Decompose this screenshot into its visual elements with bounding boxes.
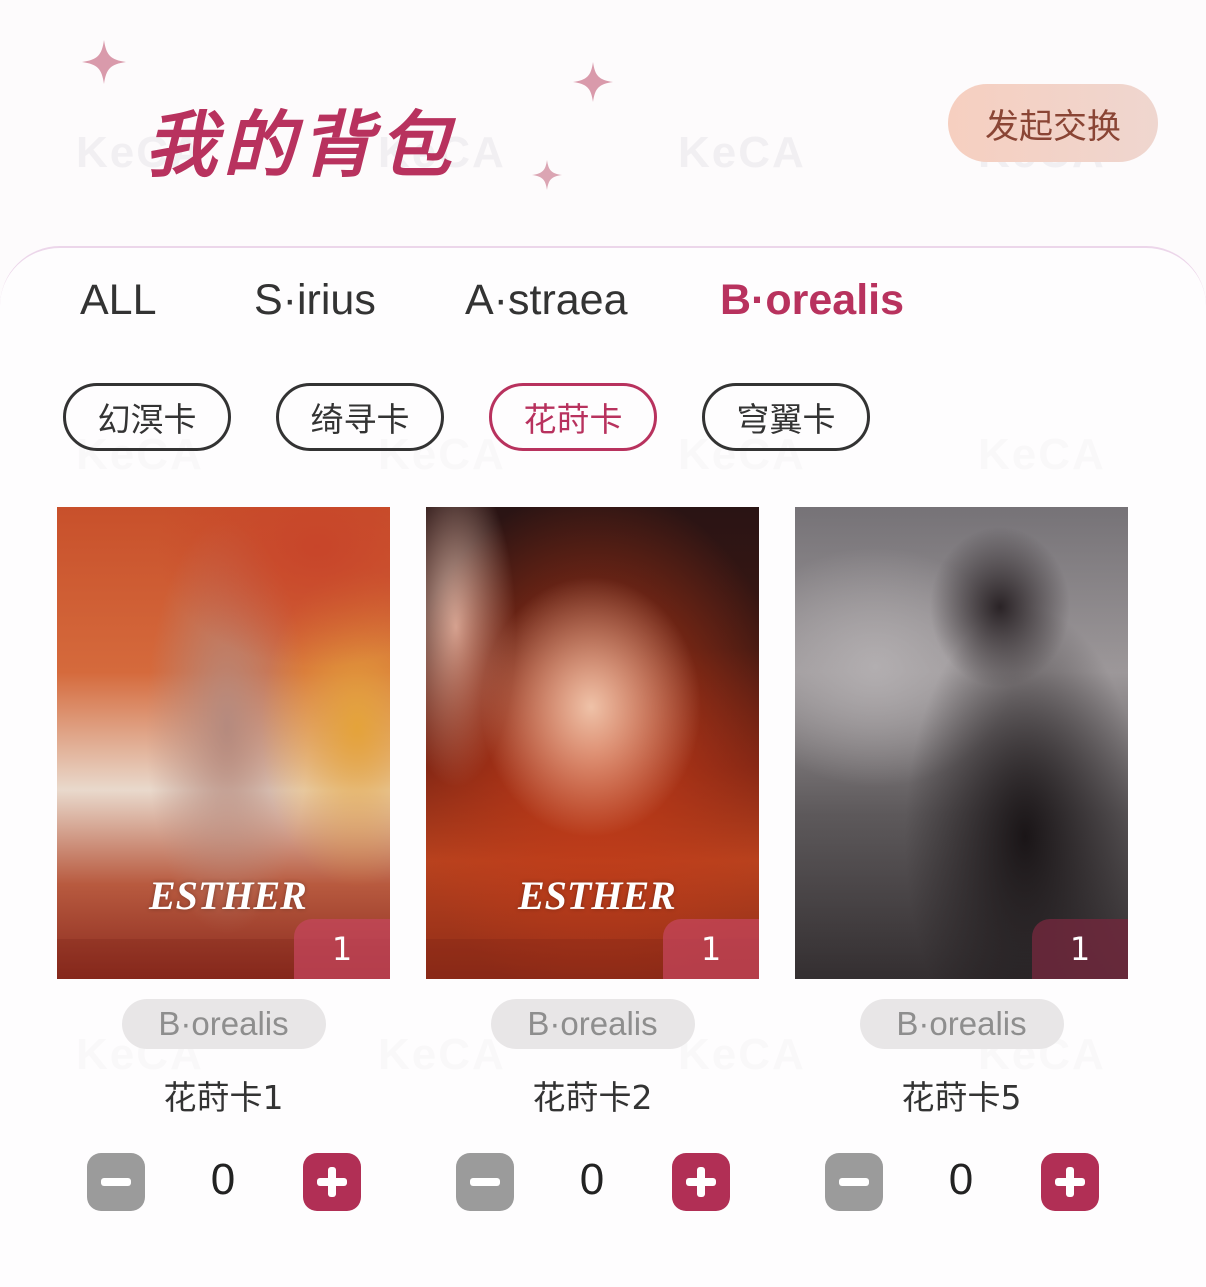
quantity-stepper: 0 — [57, 1153, 390, 1211]
card-brand-text: ESTHER — [518, 873, 676, 918]
sparkle-icon — [82, 40, 126, 84]
plus-icon — [317, 1167, 347, 1197]
tab-sirius[interactable]: S·irius — [254, 276, 376, 325]
series-tag: B·orealis — [859, 999, 1064, 1049]
series-tag: B·orealis — [121, 999, 326, 1049]
card-image[interactable]: ESTHER 1 — [426, 507, 759, 979]
chip-qixun[interactable]: 绮寻卡 — [276, 383, 444, 451]
plus-icon — [686, 1167, 716, 1197]
tab-all[interactable]: ALL — [80, 276, 157, 325]
minus-icon — [470, 1178, 500, 1186]
tab-astraea[interactable]: A·straea — [465, 276, 628, 325]
tab-borealis[interactable]: B·orealis — [720, 276, 904, 325]
owned-count-badge: 1 — [663, 919, 759, 979]
quantity-value: 0 — [579, 1155, 605, 1204]
quantity-stepper: 0 — [426, 1153, 759, 1211]
category-chips: 幻溟卡 绮寻卡 花莳卡 穹翼卡 — [0, 383, 1206, 453]
owned-count-badge: 1 — [294, 919, 390, 979]
plus-icon — [1055, 1167, 1085, 1197]
owned-count-badge: 1 — [1032, 919, 1128, 979]
card-brand-text: ESTHER — [149, 873, 307, 918]
minus-icon — [101, 1178, 131, 1186]
card-name: 花莳卡1 — [163, 1078, 284, 1117]
card-item: ESTHER 1 B·orealis 花莳卡1 0 — [57, 507, 390, 1211]
decrement-button[interactable] — [825, 1153, 883, 1211]
page-title: 我的背包 — [145, 103, 458, 187]
chip-qiongyi[interactable]: 穹翼卡 — [702, 383, 870, 451]
series-tabs: ALL S·irius A·straea B·orealis — [0, 276, 1206, 332]
card-image[interactable]: 1 — [795, 507, 1128, 979]
series-tag: B·orealis — [490, 999, 695, 1049]
decrement-button[interactable] — [456, 1153, 514, 1211]
card-item: 1 B·orealis 花莳卡5 0 — [795, 507, 1128, 1211]
chip-huanming[interactable]: 幻溟卡 — [63, 383, 231, 451]
card-item: ESTHER 1 B·orealis 花莳卡2 0 — [426, 507, 759, 1211]
increment-button[interactable] — [1041, 1153, 1099, 1211]
chip-huashi[interactable]: 花莳卡 — [489, 383, 657, 451]
increment-button[interactable] — [303, 1153, 361, 1211]
sparkle-icon — [573, 62, 613, 102]
quantity-value: 0 — [210, 1155, 236, 1204]
card-image[interactable]: ESTHER 1 — [57, 507, 390, 979]
sparkle-icon — [532, 160, 562, 190]
decrement-button[interactable] — [87, 1153, 145, 1211]
quantity-value: 0 — [948, 1155, 974, 1204]
quantity-stepper: 0 — [795, 1153, 1128, 1211]
minus-icon — [839, 1178, 869, 1186]
start-exchange-button[interactable]: 发起交换 — [948, 84, 1158, 162]
increment-button[interactable] — [672, 1153, 730, 1211]
card-name: 花莳卡5 — [901, 1078, 1022, 1117]
watermark-logo: KeCA — [678, 128, 806, 177]
card-name: 花莳卡2 — [532, 1078, 653, 1117]
